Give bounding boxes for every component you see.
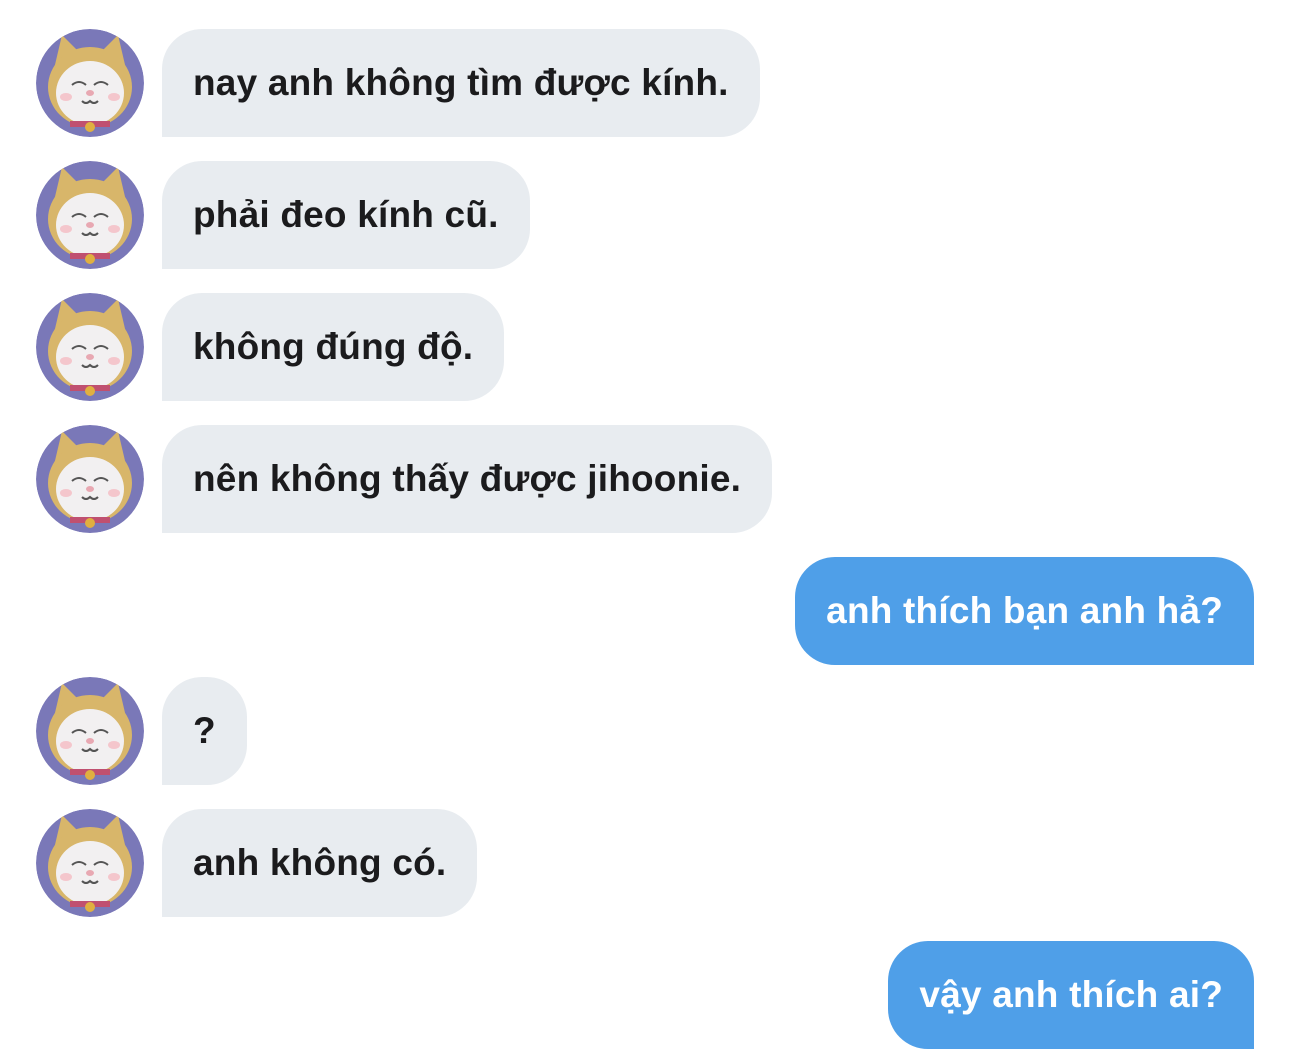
contact-avatar[interactable] [36,29,144,137]
incoming-message-bubble[interactable]: không đúng độ. [162,293,505,401]
incoming-message-bubble[interactable]: nên không thấy được jihoonie. [162,425,773,533]
message-row: nên không thấy được jihoonie. [0,425,1290,533]
message-row: anh thích bạn anh hả? [0,557,1290,665]
message-thread[interactable]: nay anh không tìm được kính. phải đeo kí… [0,0,1290,1054]
cat-character-avatar-icon [36,677,144,785]
contact-avatar[interactable] [36,677,144,785]
message-row: nay anh không tìm được kính. [0,29,1290,137]
message-row: ? [0,677,1290,785]
cat-character-avatar-icon [36,425,144,533]
message-row: anh không có. [0,809,1290,917]
contact-avatar[interactable] [36,425,144,533]
cat-character-avatar-icon [36,161,144,269]
message-row: vậy anh thích ai? [0,941,1290,1049]
cat-character-avatar-icon [36,293,144,401]
outgoing-message-bubble[interactable]: anh thích bạn anh hả? [795,557,1254,665]
contact-avatar[interactable] [36,161,144,269]
incoming-message-bubble[interactable]: anh không có. [162,809,478,917]
outgoing-message-bubble[interactable]: vậy anh thích ai? [888,941,1254,1049]
cat-character-avatar-icon [36,29,144,137]
message-row: không đúng độ. [0,293,1290,401]
contact-avatar[interactable] [36,293,144,401]
incoming-message-bubble[interactable]: nay anh không tìm được kính. [162,29,760,137]
message-row: phải đeo kính cũ. [0,161,1290,269]
incoming-message-bubble[interactable]: phải đeo kính cũ. [162,161,530,269]
incoming-message-bubble[interactable]: ? [162,677,247,785]
cat-character-avatar-icon [36,809,144,917]
contact-avatar[interactable] [36,809,144,917]
